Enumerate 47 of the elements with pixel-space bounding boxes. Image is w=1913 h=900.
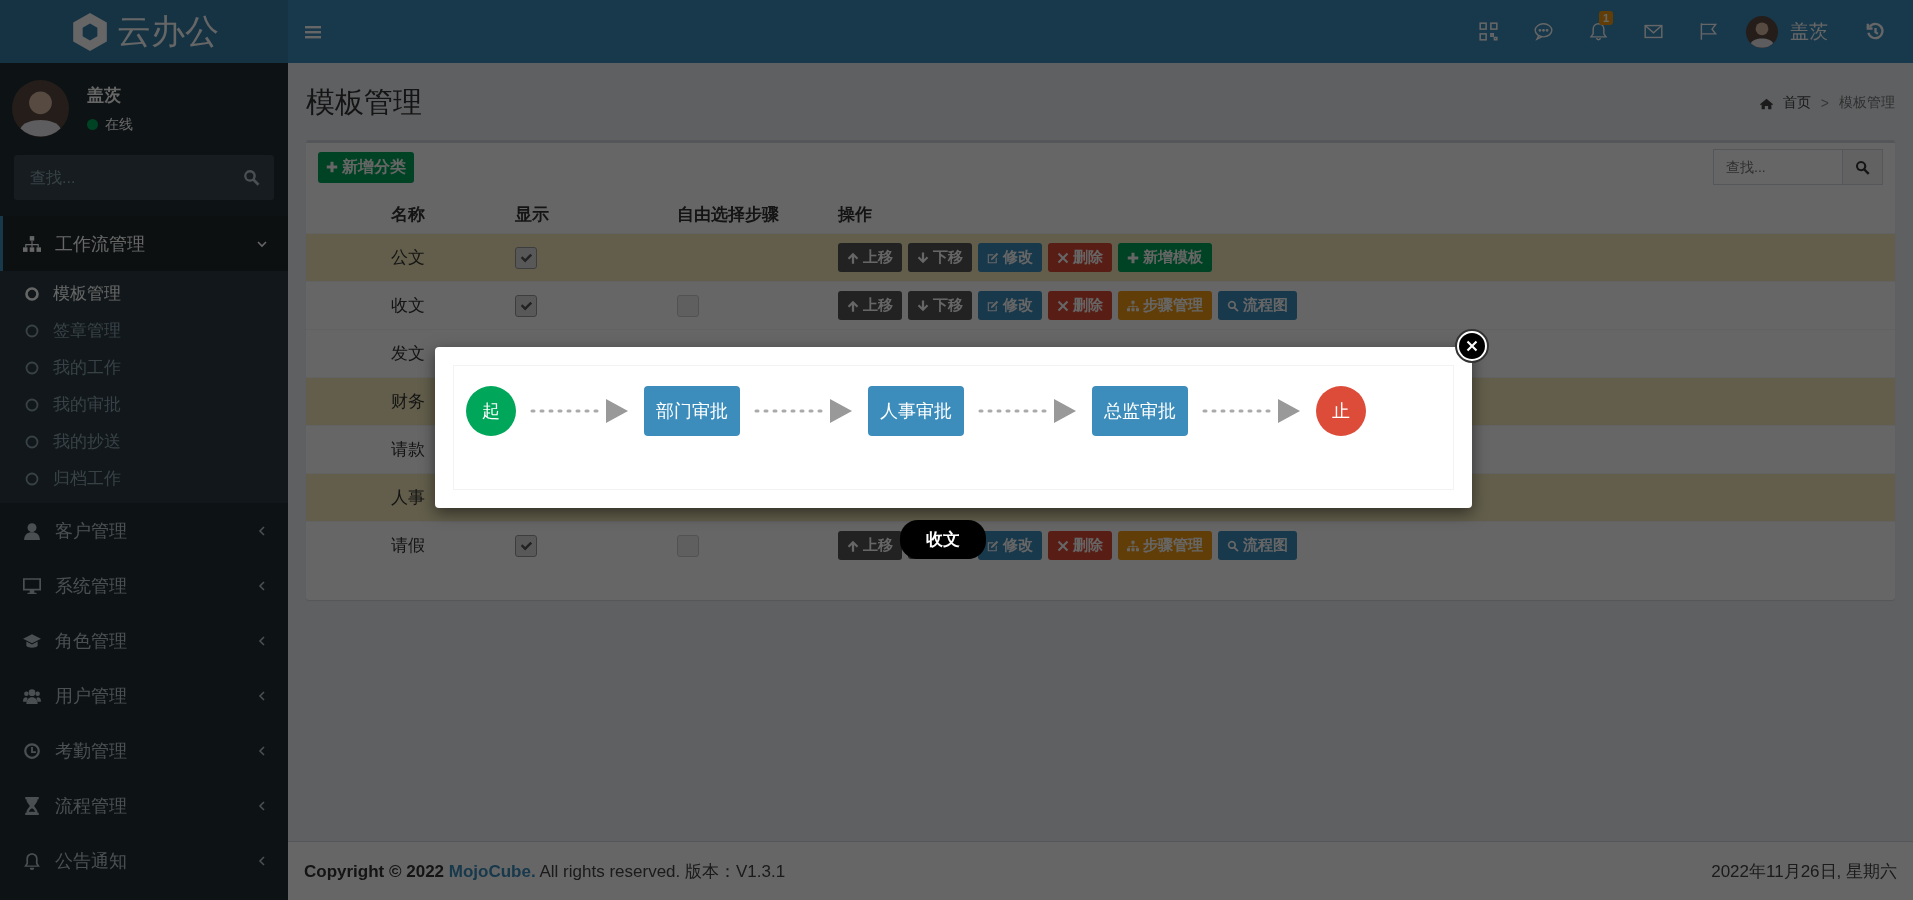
user-name: 盖茨 (87, 84, 122, 107)
step-node: 总监审批 (1092, 386, 1188, 436)
breadcrumb-link[interactable]: 首页 (1782, 94, 1811, 112)
mojocube-link[interactable]: MojoCube. (448, 861, 536, 881)
copyright-text: Copyright © 2022 MojoCube. All rights reserved. 版本：V1.3.1 (304, 860, 786, 883)
move-up-button[interactable]: 上移 (838, 243, 902, 272)
step-node: 人事审批 (868, 386, 964, 436)
step-manage-button[interactable]: 步骤管理 (1118, 291, 1212, 320)
delete-button[interactable]: 删除 (1048, 531, 1112, 560)
notifications-button[interactable]: 1 (1571, 0, 1626, 63)
submenu-item[interactable]: 模板管理 (0, 275, 288, 312)
add-template-button[interactable]: 新增模板 (1118, 243, 1212, 272)
flowchart-button[interactable]: 流程图 (1218, 291, 1297, 320)
column-header: 操作 (838, 203, 872, 226)
add-category-button[interactable]: 新增分类 (318, 151, 414, 183)
delete-button[interactable]: 删除 (1048, 243, 1112, 272)
table-cell-text: 财务 (391, 391, 425, 413)
user-status: 在线 (105, 115, 133, 134)
column-header: 名称 (391, 203, 425, 226)
table-cell-text: 公文 (391, 247, 425, 269)
end-node: 止 (1316, 386, 1366, 436)
edit-button[interactable]: 修改 (978, 531, 1042, 560)
notification-badge: 1 (1598, 11, 1613, 25)
move-down-button[interactable]: 下移 (908, 243, 972, 272)
caption-tooltip: 收文 (899, 520, 986, 559)
page-title: 模板管理 (306, 85, 422, 120)
table-cell-text: 请假 (391, 535, 425, 557)
edit-button[interactable]: 修改 (978, 243, 1042, 272)
move-up-button[interactable]: 上移 (838, 291, 902, 320)
step-manage-button[interactable]: 步骤管理 (1118, 531, 1212, 560)
date-text: 2022年11月26日, 星期六 (1711, 860, 1897, 883)
table-cell-text: 请款 (391, 439, 425, 461)
move-up-button[interactable]: 上移 (838, 531, 902, 560)
move-down-button[interactable]: 下移 (908, 291, 972, 320)
edit-button[interactable]: 修改 (978, 291, 1042, 320)
table-cell-text: 收文 (391, 295, 425, 317)
column-header: 自由选择步骤 (677, 203, 779, 226)
flowchart-button[interactable]: 流程图 (1218, 531, 1297, 560)
table-cell-text: 人事 (391, 487, 425, 509)
start-node: 起 (466, 386, 516, 436)
step-node: 部门审批 (644, 386, 740, 436)
breadcrumb-separator: > (1820, 95, 1829, 111)
table-cell-text: 发文 (391, 343, 425, 365)
logo-text: 云办公 (117, 10, 219, 52)
delete-button[interactable]: 删除 (1048, 291, 1112, 320)
user-menu[interactable]: 盖茨 (1736, 0, 1848, 63)
column-header: 显示 (515, 203, 549, 226)
